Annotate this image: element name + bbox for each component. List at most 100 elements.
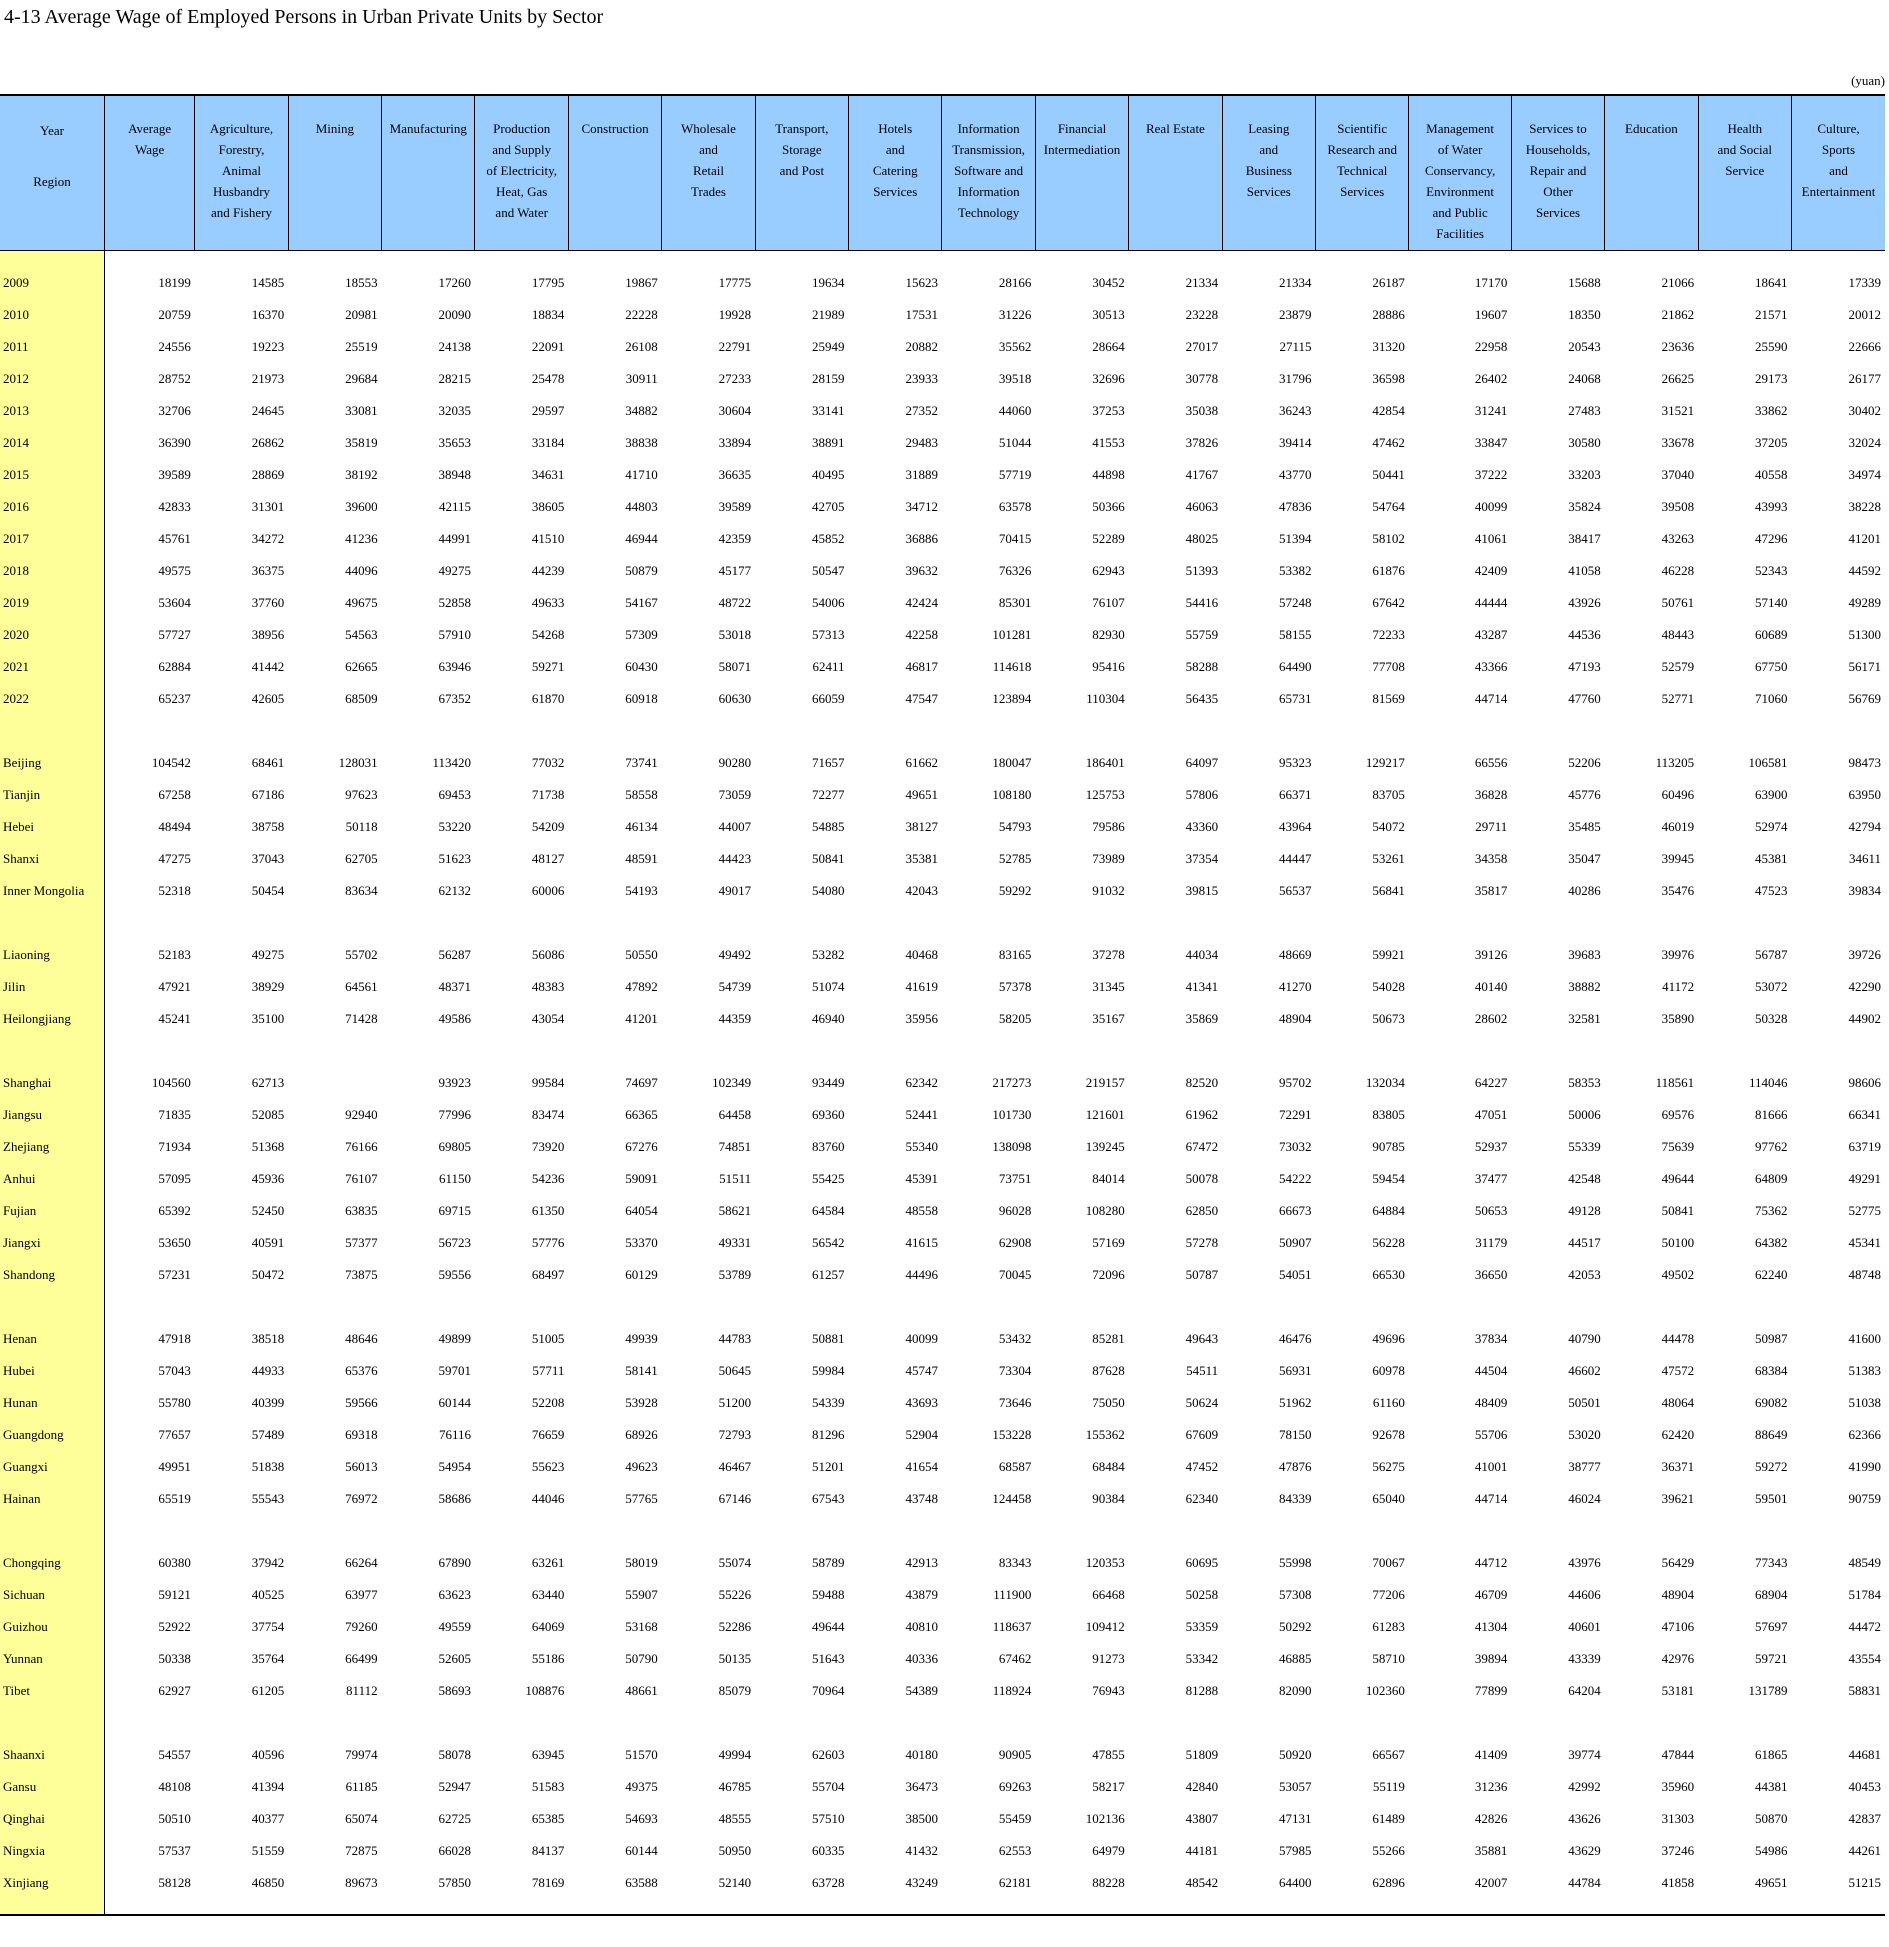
value-cell: 32696 (1092, 371, 1125, 386)
spacer-cell (1791, 1291, 1885, 1323)
value-cell: 20759 (103, 299, 195, 331)
spacer-cell (942, 1707, 1035, 1739)
value-cell: 62943 (1092, 563, 1125, 578)
value-cell: 44472 (1848, 1619, 1882, 1634)
value-cell: 33081 (345, 403, 378, 418)
value-cell: 36828 (1474, 787, 1508, 802)
value-cell: 68461 (251, 755, 285, 770)
value-cell: 39600 (345, 499, 378, 514)
value-cell: 44517 (1568, 1235, 1601, 1250)
column-header-line: and Water (495, 205, 548, 220)
value-cell: 41058 (1568, 563, 1601, 578)
value-cell: 76659 (531, 1427, 565, 1442)
value-cell: 62927 (103, 1675, 195, 1707)
value-cell: 62411 (812, 659, 845, 674)
value-cell: 45241 (103, 1003, 195, 1035)
value-cell: 61870 (531, 691, 565, 706)
value-cell: 45747 (905, 1363, 938, 1378)
value-cell: 33847 (1474, 435, 1508, 450)
value-cell: 70964 (812, 1683, 845, 1698)
value-cell: 62705 (345, 851, 378, 866)
value-cell: 60630 (718, 691, 752, 706)
spacer-cell (849, 1035, 942, 1067)
value-cell: 17795 (531, 275, 565, 290)
value-cell: 40099 (905, 1331, 938, 1346)
spacer-cell (1791, 1899, 1885, 1914)
value-cell: 59272 (1754, 1459, 1788, 1474)
spacer-cell (1129, 715, 1222, 747)
value-cell: 51368 (251, 1139, 285, 1154)
spacer-cell (849, 251, 942, 268)
spacer-cell (942, 1035, 1035, 1067)
spacer-cell (1409, 1515, 1511, 1547)
value-cell: 49586 (438, 1011, 471, 1026)
row-label: Xinjiang (0, 1867, 105, 1899)
value-cell: 35869 (1185, 1011, 1219, 1026)
value-cell: 45776 (1568, 787, 1601, 802)
value-cell: 42007 (1474, 1875, 1508, 1890)
value-cell: 46467 (718, 1459, 752, 1474)
column-header-line: Transmission, (952, 142, 1026, 157)
value-cell: 40099 (1474, 499, 1508, 514)
value-cell: 114618 (992, 659, 1032, 674)
spacer-cell (195, 1035, 288, 1067)
value-cell: 76107 (345, 1171, 378, 1186)
value-cell: 35381 (905, 851, 938, 866)
table-row: Shanxi 47275 37043 62705 51623 48127 48591 4442… (0, 843, 1885, 875)
value-cell: 17339 (1848, 275, 1882, 290)
value-cell: 84137 (531, 1843, 565, 1858)
spacer-cell (1222, 251, 1315, 268)
value-cell: 56542 (812, 1235, 845, 1250)
value-cell: 48646 (345, 1331, 378, 1346)
spacer-cell (942, 907, 1035, 939)
spacer-cell (755, 1707, 848, 1739)
spacer-cell (568, 251, 661, 268)
value-cell: 23636 (1661, 339, 1695, 354)
value-cell: 57727 (103, 619, 195, 651)
value-cell: 59488 (812, 1587, 845, 1602)
spacer-cell (475, 1515, 568, 1547)
value-cell: 53072 (1754, 979, 1788, 994)
value-cell: 35476 (1661, 883, 1695, 898)
value-cell: 82520 (1185, 1075, 1219, 1090)
value-cell (288, 1067, 381, 1099)
spacer-cell (1316, 1291, 1409, 1323)
value-cell: 45852 (812, 531, 845, 546)
row-label: Zhejiang (0, 1131, 105, 1163)
value-cell: 47760 (1568, 691, 1601, 706)
value-cell: 45381 (1754, 851, 1788, 866)
value-cell: 47918 (103, 1323, 195, 1355)
value-cell: 66059 (812, 691, 845, 706)
value-cell: 54885 (812, 819, 845, 834)
value-cell: 68509 (345, 691, 378, 706)
value-cell: 42976 (1661, 1651, 1695, 1666)
column-header-line: Heat, Gas (496, 184, 548, 199)
value-cell: 40810 (905, 1619, 938, 1634)
value-cell: 27017 (1185, 339, 1219, 354)
value-cell: 90785 (1372, 1139, 1405, 1154)
value-cell: 60978 (1372, 1363, 1405, 1378)
value-cell: 52605 (438, 1651, 471, 1666)
spacer-cell (382, 907, 475, 939)
column-header-line: Research and (1327, 142, 1398, 157)
value-cell: 26177 (1848, 371, 1882, 386)
value-cell: 42548 (1568, 1171, 1601, 1186)
value-cell: 53020 (1568, 1427, 1601, 1442)
value-cell: 42409 (1474, 563, 1508, 578)
value-cell: 83165 (998, 947, 1032, 962)
value-cell: 48591 (625, 851, 658, 866)
value-cell: 19928 (718, 307, 752, 322)
spacer-cell (662, 1515, 755, 1547)
spacer-row (0, 250, 1885, 268)
value-cell: 55186 (531, 1651, 565, 1666)
value-cell: 34358 (1474, 851, 1508, 866)
value-cell: 61257 (812, 1267, 845, 1282)
value-cell: 56171 (1848, 659, 1882, 674)
value-cell: 55340 (905, 1139, 938, 1154)
spacer-cell (1222, 907, 1315, 939)
value-cell: 123894 (992, 691, 1032, 706)
value-cell: 50078 (1185, 1171, 1219, 1186)
value-cell: 65519 (103, 1483, 195, 1515)
value-cell: 77996 (438, 1107, 471, 1122)
value-cell: 53382 (1279, 563, 1312, 578)
